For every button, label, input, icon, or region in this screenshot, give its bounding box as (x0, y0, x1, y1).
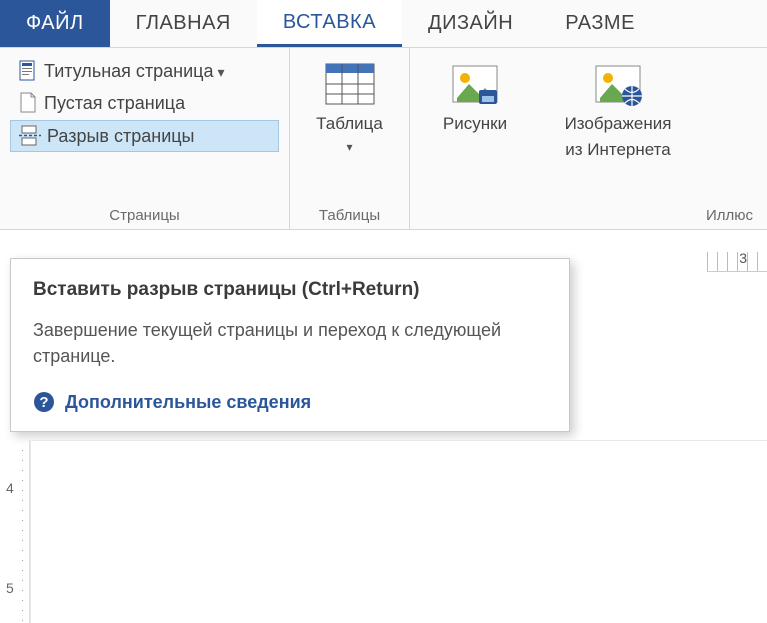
online-pictures-label-1: Изображения (565, 114, 672, 134)
table-icon (324, 62, 376, 108)
page-break-icon (19, 125, 41, 147)
online-pictures-icon (592, 62, 644, 108)
pictures-icon (449, 62, 501, 108)
svg-text:?: ? (39, 394, 48, 411)
title-page-icon (18, 60, 38, 82)
ribbon: Титульная страница Пустая страница Разры… (0, 48, 767, 230)
tooltip-help-label: Дополнительные сведения (65, 392, 311, 413)
tab-layout[interactable]: РАЗМЕ (539, 0, 661, 47)
ribbon-tabs: ФАЙЛ ГЛАВНАЯ ВСТАВКА ДИЗАЙН РАЗМЕ (0, 0, 767, 48)
pictures-label: Рисунки (443, 114, 507, 134)
horizontal-ruler: 3 (707, 252, 767, 272)
table-label: Таблица (316, 114, 383, 134)
online-pictures-button[interactable]: Изображения из Интернета (538, 56, 698, 167)
document-area[interactable] (30, 440, 767, 623)
tab-file[interactable]: ФАЙЛ (0, 0, 110, 47)
pictures-button[interactable]: Рисунки (420, 56, 530, 167)
ruler-v-5: 5 (6, 580, 14, 596)
tab-design[interactable]: ДИЗАЙН (402, 0, 539, 47)
blank-page-button[interactable]: Пустая страница (10, 88, 279, 118)
title-page-button[interactable]: Титульная страница (10, 56, 279, 86)
group-pages: Титульная страница Пустая страница Разры… (0, 48, 290, 229)
page-break-button[interactable]: Разрыв страницы (10, 120, 279, 152)
ruler-h-number: 3 (739, 250, 747, 266)
page-break-label: Разрыв страницы (47, 126, 195, 147)
tooltip-body: Завершение текущей страницы и переход к … (33, 317, 547, 369)
help-icon: ? (33, 391, 55, 413)
blank-page-label: Пустая страница (44, 93, 185, 114)
tooltip-help-link[interactable]: ? Дополнительные сведения (33, 391, 547, 413)
group-illustrations: Рисунки Изображения из Интернета Иллюс (410, 48, 767, 229)
title-page-label: Титульная страница (44, 61, 225, 82)
table-button[interactable]: Таблица ▾ (310, 56, 389, 161)
group-tables: Таблица ▾ Таблицы (290, 48, 410, 229)
tab-home[interactable]: ГЛАВНАЯ (110, 0, 257, 47)
vertical-ruler: 4 5 (0, 440, 30, 623)
group-pages-label: Страницы (10, 204, 279, 225)
group-tables-label: Таблицы (319, 204, 380, 225)
online-pictures-label-2: из Интернета (565, 140, 670, 160)
tooltip-title: Вставить разрыв страницы (Ctrl+Return) (33, 279, 547, 301)
tab-insert[interactable]: ВСТАВКА (257, 0, 402, 47)
tooltip-pagebreak: Вставить разрыв страницы (Ctrl+Return) З… (10, 258, 570, 432)
ruler-v-4: 4 (6, 480, 14, 496)
group-illustrations-label: Иллюс (420, 204, 757, 225)
blank-page-icon (18, 92, 38, 114)
table-dropdown-caret: ▾ (346, 140, 352, 154)
